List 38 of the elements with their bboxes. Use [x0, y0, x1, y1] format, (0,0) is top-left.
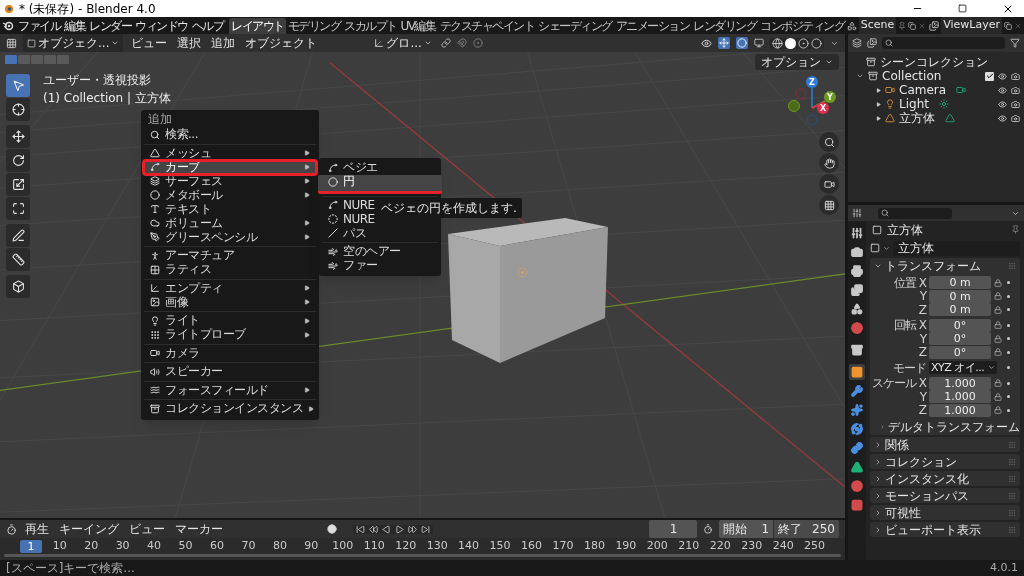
object-name: 立方体: [887, 221, 924, 239]
start-frame-label: 開始: [719, 520, 762, 538]
frame-number: 70: [240, 537, 257, 554]
field-label: 位置 X: [892, 274, 926, 291]
frame-number: 230: [740, 537, 764, 554]
view-name: ユーザー・透視投影: [43, 72, 152, 89]
field-label: Z: [917, 344, 926, 362]
frame-number: 10: [51, 537, 68, 554]
frame-number: 120: [394, 537, 418, 554]
frame-number: 20: [83, 537, 100, 554]
window-title: * (未保存) - Blender 4.0: [19, 0, 157, 18]
field-label: Z: [917, 402, 926, 420]
frame-number: 110: [362, 537, 386, 554]
menu-title: 追加: [147, 112, 173, 126]
frame-number: 220: [708, 537, 732, 554]
frame-number: 180: [582, 537, 606, 554]
frame-number: 160: [520, 537, 543, 554]
end-frame-label: 終了: [774, 520, 813, 538]
frame-number: 60: [209, 537, 225, 554]
frame-number: 90: [303, 537, 320, 554]
frame-number: 250: [803, 537, 827, 554]
collection-info: (1) Collection | 立方体: [43, 90, 171, 107]
frame-number: 210: [677, 537, 701, 554]
status-hint: [スペース]キーで検索...: [6, 560, 135, 576]
frame-number: 190: [614, 537, 638, 554]
field-label: モード: [892, 359, 926, 377]
frame-number: 240: [771, 537, 795, 554]
frame-number: 150: [488, 537, 512, 554]
frame-number: 40: [146, 537, 163, 554]
frame-number: 100: [331, 537, 355, 554]
frame-number: 50: [177, 537, 194, 554]
frame-number: 80: [271, 537, 288, 554]
frame-number: 170: [551, 537, 575, 554]
frame-number: 140: [457, 537, 481, 554]
frame-number: 130: [425, 537, 449, 554]
version-label: 4.0.1: [990, 559, 1018, 576]
frame-number: 30: [114, 537, 131, 554]
frame-number: 200: [645, 537, 669, 554]
